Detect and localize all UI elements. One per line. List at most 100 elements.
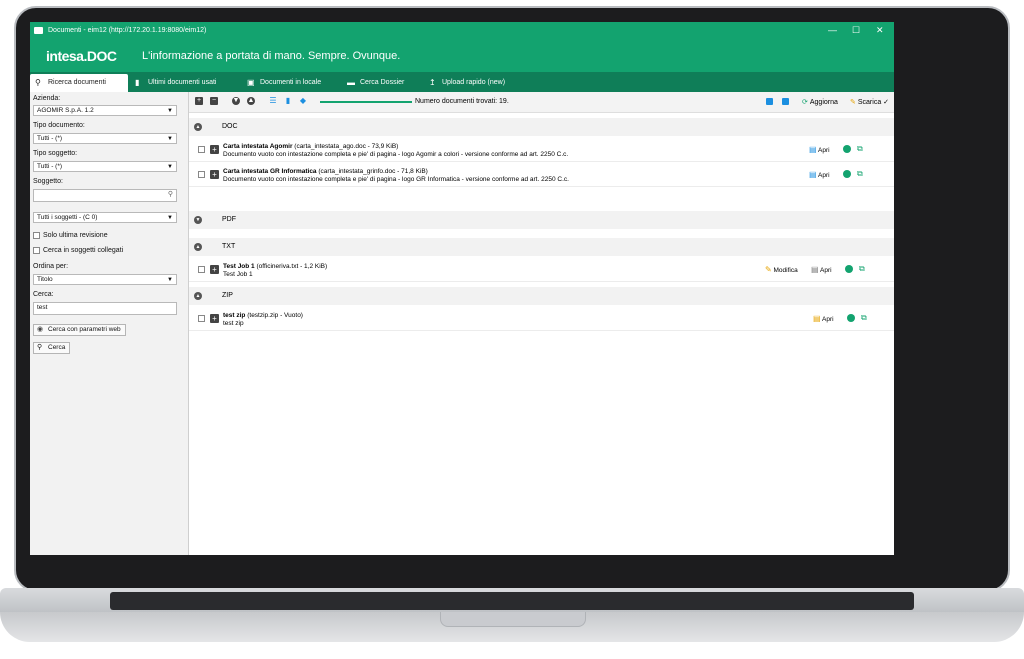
row-meta: (carta_intestata_grinfo.doc - 71,8 KiB): [318, 168, 428, 175]
ordina-select[interactable]: Titolo ▼: [33, 274, 177, 285]
expand-icon[interactable]: +: [210, 314, 219, 323]
select-checkbox[interactable]: [766, 98, 773, 105]
tipo-documento-value: Tutti - (*): [37, 135, 63, 142]
open-button[interactable]: ▤ Apri: [809, 145, 830, 154]
chevron-up-circle-icon[interactable]: ▲: [194, 243, 202, 251]
table-row[interactable]: + Carta intestata Agomir (carta_intestat…: [189, 137, 894, 162]
trackpad: [440, 612, 586, 627]
tag-icon[interactable]: ◆: [299, 97, 307, 105]
chevron-down-icon: ▼: [167, 215, 173, 221]
document-icon: ▤: [809, 170, 817, 179]
cerca-collegati-checkbox[interactable]: [33, 247, 40, 254]
expand-all-icon[interactable]: +: [195, 97, 203, 105]
refresh-icon: ⟳: [802, 99, 808, 106]
group-zip[interactable]: ▲ ZIP: [189, 287, 894, 305]
azienda-label: Azienda:: [33, 95, 61, 102]
row-checkbox[interactable]: [198, 171, 205, 178]
slogan: L'informazione a portata di mano. Sempre…: [142, 50, 401, 62]
solo-ultima-revisione-label: Solo ultima revisione: [43, 232, 108, 239]
cerca-input[interactable]: test: [33, 302, 177, 315]
expand-icon[interactable]: +: [210, 145, 219, 154]
window-title: Documenti - eim12 (http://172.20.1.19:80…: [48, 27, 207, 34]
row-title: Carta intestata GR Informatica (carta_in…: [223, 168, 428, 175]
select-all-checkbox[interactable]: [782, 98, 789, 105]
row-checkbox[interactable]: [198, 146, 205, 153]
tab-cerca-dossier[interactable]: ▬ Cerca Dossier: [342, 74, 422, 92]
tipo-soggetto-select[interactable]: Tutti - (*) ▼: [33, 161, 177, 172]
row-meta: (officineriva.txt - 1,2 KiB): [256, 263, 328, 270]
search-icon[interactable]: ⚲: [168, 190, 173, 200]
row-title-text: test zip: [223, 312, 246, 319]
group-txt[interactable]: ▲ TXT: [189, 238, 894, 256]
globe-icon[interactable]: [845, 265, 853, 273]
cerca-value: test: [37, 304, 48, 311]
minimize-icon[interactable]: —: [828, 25, 837, 35]
edit-button[interactable]: ✎ Modifica: [765, 265, 798, 274]
open-button[interactable]: ▤ Apri: [813, 314, 834, 323]
copy-icon[interactable]: ⧉: [859, 264, 865, 274]
table-row[interactable]: + Carta intestata GR Informatica (carta_…: [189, 162, 894, 187]
soggetti-scope-value: Tutti i soggetti - (C 0): [37, 214, 98, 221]
maximize-icon[interactable]: ☐: [852, 25, 860, 36]
table-row[interactable]: + Test Job 1 (officineriva.txt - 1,2 KiB…: [189, 257, 894, 282]
azienda-select[interactable]: AGOMIR S.p.A. 1.2 ▼: [33, 105, 177, 116]
row-checkbox[interactable]: [198, 266, 205, 273]
refresh-button[interactable]: ⟳ Aggiorna: [802, 98, 838, 106]
tab-ultimi-documenti[interactable]: ▮ Ultimi documenti usati: [130, 74, 240, 92]
tab-documenti-locale[interactable]: ▣ Documenti in locale: [242, 74, 338, 92]
title-bar: Documenti - eim12 (http://172.20.1.19:80…: [30, 22, 894, 40]
open-button[interactable]: ▤ Apri: [811, 265, 832, 274]
table-row[interactable]: + test zip (testzip.zip - Vuoto) test zi…: [189, 306, 894, 331]
chevron-down-icon: ▼: [167, 108, 173, 114]
chevron-down-circle-icon[interactable]: ▼: [194, 216, 202, 224]
globe-icon[interactable]: [843, 145, 851, 153]
ordina-value: Titolo: [37, 276, 53, 283]
tab-ricerca-documenti[interactable]: ⚲ Ricerca documenti: [30, 74, 128, 92]
lock-icon: ▣: [247, 78, 255, 87]
tab-label: Ultimi documenti usati: [148, 79, 217, 86]
row-title: Test Job 1 (officineriva.txt - 1,2 KiB): [223, 263, 327, 270]
close-icon[interactable]: ✕: [876, 25, 884, 36]
row-title-text: Carta intestata Agomir: [223, 143, 293, 150]
document-icon: ▤: [809, 145, 817, 154]
soggetto-input[interactable]: ⚲: [33, 189, 177, 202]
row-checkbox[interactable]: [198, 315, 205, 322]
expand-icon[interactable]: +: [210, 265, 219, 274]
web-search-button[interactable]: ◉ Cerca con parametri web: [33, 324, 126, 336]
open-button[interactable]: ▤ Apri: [809, 170, 830, 179]
solo-ultima-revisione-checkbox[interactable]: [33, 232, 40, 239]
copy-icon[interactable]: ⧉: [857, 169, 863, 179]
row-meta: (carta_intestata_ago.doc - 73,9 KiB): [294, 143, 399, 150]
tab-upload-rapido[interactable]: ↥ Upload rapido (new): [424, 74, 522, 92]
expand-icon[interactable]: +: [210, 170, 219, 179]
chevron-down-icon: ▼: [167, 164, 173, 170]
row-title-text: Carta intestata GR Informatica: [223, 168, 317, 175]
cerca-label: Cerca:: [33, 291, 54, 298]
search-button-label: Cerca: [48, 344, 66, 351]
search-icon: ⚲: [35, 78, 41, 87]
tab-label: Documenti in locale: [260, 79, 322, 86]
download-button[interactable]: ✎ Scarica ✓: [850, 98, 889, 106]
open-label: Apri: [818, 172, 830, 179]
document-view-icon[interactable]: ▮: [284, 97, 292, 105]
globe-icon[interactable]: [843, 170, 851, 178]
tipo-documento-label: Tipo documento:: [33, 122, 85, 129]
tipo-documento-select[interactable]: Tutti - (*) ▼: [33, 133, 177, 144]
copy-icon[interactable]: ⧉: [861, 313, 867, 323]
chevron-down-circle-icon[interactable]: ▼: [232, 97, 240, 105]
results-panel: + − ▼ ▲ ☰ ▮ ◆ Numero documenti trovati: …: [189, 92, 894, 555]
chevron-up-circle-icon[interactable]: ▲: [194, 292, 202, 300]
group-doc[interactable]: ▲ DOC: [189, 118, 894, 136]
search-button[interactable]: ⚲ Cerca: [33, 342, 71, 354]
soggetti-scope-select[interactable]: Tutti i soggetti - (C 0) ▼: [33, 212, 177, 223]
results-toolbar: + − ▼ ▲ ☰ ▮ ◆ Numero documenti trovati: …: [189, 92, 894, 113]
collapse-all-icon[interactable]: −: [210, 97, 218, 105]
tab-bar: ⚲ Ricerca documenti ▮ Ultimi documenti u…: [30, 72, 894, 92]
list-view-icon[interactable]: ☰: [269, 97, 277, 105]
group-pdf[interactable]: ▼ PDF: [189, 211, 894, 229]
copy-icon[interactable]: ⧉: [857, 144, 863, 154]
chevron-up-circle-icon[interactable]: ▲: [194, 123, 202, 131]
row-title: Carta intestata Agomir (carta_intestata_…: [223, 143, 398, 150]
chevron-up-circle-icon[interactable]: ▲: [247, 97, 255, 105]
globe-icon[interactable]: [847, 314, 855, 322]
